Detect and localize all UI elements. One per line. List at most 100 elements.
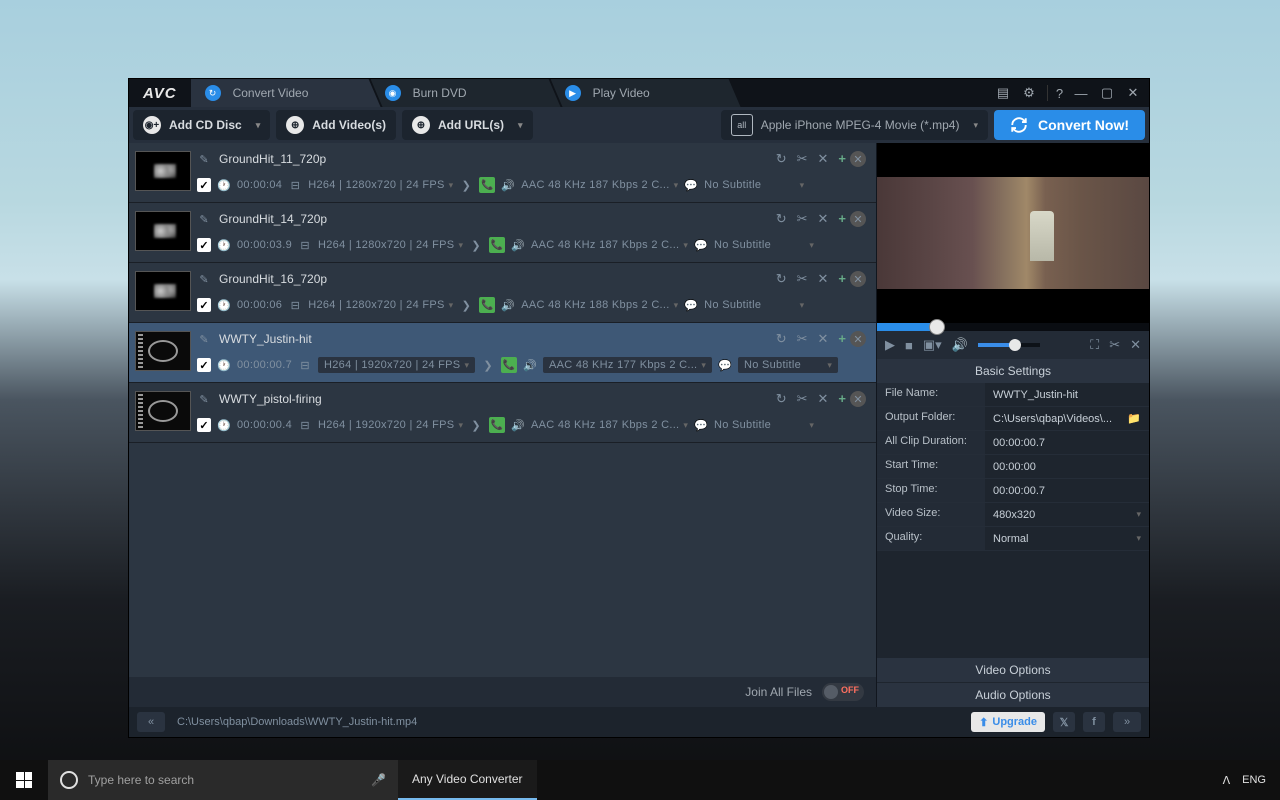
subtitle-info[interactable]: No Subtitle▾ [714,419,814,431]
audio-info[interactable]: AAC 48 KHz 187 Kbps 2 C...▾ [521,179,678,191]
remove-icon[interactable]: ✕ [850,271,866,287]
upgrade-button[interactable]: ⬆ Upgrade [971,712,1045,732]
file-item[interactable]: ✎ GroundHit_11_720p ↻ ✂ ✕ + ✕ ✓ 🕐 00:00:… [129,143,876,203]
effects-icon[interactable]: ✕ [818,151,829,167]
twitter-icon[interactable]: 𝕏 [1053,712,1075,732]
collapse-left-button[interactable]: « [137,712,165,732]
add-icon[interactable]: + [838,391,846,407]
settings-value[interactable]: 480x320▾ [985,503,1149,526]
refresh-icon[interactable]: ↻ [776,391,787,407]
checkbox[interactable]: ✓ [197,418,211,432]
subtitle-info[interactable]: No Subtitle▾ [714,239,814,251]
edit-icon[interactable]: ✎ [197,332,211,346]
edit-icon[interactable]: ✎ [197,152,211,166]
refresh-icon[interactable]: ↻ [776,331,787,347]
file-item[interactable]: ✎ GroundHit_14_720p ↻ ✂ ✕ + ✕ ✓ 🕐 00:00:… [129,203,876,263]
title-tab-convert-video[interactable]: ↻Convert Video [191,79,381,107]
play-icon[interactable]: ▶ [885,337,895,353]
edit-icon[interactable]: ✎ [197,212,211,226]
folder-icon[interactable]: 📁 [1127,412,1141,425]
link-icon[interactable]: ⛶ [1090,337,1099,353]
scissors-icon[interactable]: ✂ [797,391,808,407]
add-urls-button[interactable]: ⊕ Add URL(s) ▾ [402,110,533,140]
expand-right-button[interactable]: » [1113,712,1141,732]
option-icon[interactable]: ▤ [995,85,1011,101]
seek-bar[interactable] [877,323,1149,331]
file-item[interactable]: ✎ WWTY_pistol-firing ↻ ✂ ✕ + ✕ ✓ 🕐 00:00… [129,383,876,443]
audio-info[interactable]: AAC 48 KHz 187 Kbps 2 C...▾ [531,419,688,431]
language-indicator[interactable]: ENG [1242,774,1266,786]
effects-icon[interactable]: ✕ [818,211,829,227]
refresh-icon[interactable]: ↻ [776,151,787,167]
minimize-icon[interactable]: — [1073,85,1089,101]
effects-icon[interactable]: ✕ [818,391,829,407]
maximize-icon[interactable]: ▢ [1099,85,1115,101]
checkbox[interactable]: ✓ [197,358,211,372]
subtitle-icon: 💬 [718,358,732,372]
scissors-icon[interactable]: ✂ [797,151,808,167]
subtitle-info[interactable]: No Subtitle▾ [704,299,804,311]
video-options-button[interactable]: Video Options [877,658,1149,682]
title-tab-play-video[interactable]: ▶Play Video [551,79,741,107]
taskbar-app[interactable]: Any Video Converter [398,760,537,800]
subtitle-info[interactable]: No Subtitle▾ [738,357,838,373]
settings-value[interactable]: C:\Users\qbap\Videos\...📁 [985,407,1149,430]
add-cd-button[interactable]: ◉+ Add CD Disc ▾ [133,110,270,140]
effects-icon[interactable]: ✕ [818,331,829,347]
add-icon[interactable]: + [838,331,846,347]
join-all-toggle[interactable]: OFF [822,683,864,701]
audio-info[interactable]: AAC 48 KHz 177 Kbps 2 C...▾ [543,357,712,373]
tray-chevron-icon[interactable]: ᐱ [1223,774,1231,787]
scissors-icon[interactable]: ✂ [1109,337,1120,353]
checkbox[interactable]: ✓ [197,238,211,252]
stop-icon[interactable]: ■ [905,338,913,353]
microphone-icon[interactable]: 🎤 [371,773,386,787]
scissors-icon[interactable]: ✂ [797,331,808,347]
video-info[interactable]: H264 | 1280x720 | 24 FPS▾ [318,239,463,251]
output-format-selector[interactable]: all Apple iPhone MPEG-4 Movie (*.mp4) ▾ [721,110,988,140]
snapshot-icon[interactable]: ▣▾ [923,337,942,353]
help-icon[interactable]: ? [1047,85,1063,101]
gear-icon[interactable]: ⚙ [1021,85,1037,101]
add-icon[interactable]: + [838,151,846,167]
video-info[interactable]: H264 | 1920x720 | 24 FPS▾ [318,357,475,373]
edit-icon[interactable]: ✎ [197,392,211,406]
video-preview [877,143,1149,323]
audio-info[interactable]: AAC 48 KHz 188 Kbps 2 C...▾ [521,299,678,311]
effects-icon[interactable]: ✕ [818,271,829,287]
add-icon[interactable]: + [838,211,846,227]
file-item[interactable]: ✎ GroundHit_16_720p ↻ ✂ ✕ + ✕ ✓ 🕐 00:00:… [129,263,876,323]
add-icon[interactable]: + [838,271,846,287]
video-info[interactable]: H264 | 1280x720 | 24 FPS▾ [308,299,453,311]
remove-icon[interactable]: ✕ [850,331,866,347]
crop-icon[interactable]: ✕ [1130,337,1141,353]
facebook-icon[interactable]: f [1083,712,1105,732]
file-name: WWTY_pistol-firing [219,392,322,406]
subtitle-info[interactable]: No Subtitle▾ [704,179,804,191]
video-info[interactable]: H264 | 1920x720 | 24 FPS▾ [318,419,463,431]
video-info[interactable]: H264 | 1280x720 | 24 FPS▾ [308,179,453,191]
close-icon[interactable]: ✕ [1125,85,1141,101]
volume-slider[interactable] [978,343,1040,347]
remove-icon[interactable]: ✕ [850,391,866,407]
remove-icon[interactable]: ✕ [850,151,866,167]
file-thumbnail [135,331,191,371]
volume-icon[interactable]: 🔊 [952,337,968,353]
start-button[interactable] [0,760,48,800]
audio-info[interactable]: AAC 48 KHz 187 Kbps 2 C...▾ [531,239,688,251]
convert-now-button[interactable]: Convert Now! [994,110,1145,140]
edit-icon[interactable]: ✎ [197,272,211,286]
refresh-icon[interactable]: ↻ [776,271,787,287]
add-videos-button[interactable]: ⊕ Add Video(s) [276,110,396,140]
checkbox[interactable]: ✓ [197,178,211,192]
file-item[interactable]: ✎ WWTY_Justin-hit ↻ ✂ ✕ + ✕ ✓ 🕐 00:00:00… [129,323,876,383]
refresh-icon[interactable]: ↻ [776,211,787,227]
title-tab-burn-dvd[interactable]: ◉Burn DVD [371,79,561,107]
scissors-icon[interactable]: ✂ [797,211,808,227]
audio-options-button[interactable]: Audio Options [877,683,1149,707]
settings-value[interactable]: Normal▾ [985,527,1149,550]
taskbar-search[interactable]: Type here to search 🎤 [48,760,398,800]
checkbox[interactable]: ✓ [197,298,211,312]
remove-icon[interactable]: ✕ [850,211,866,227]
scissors-icon[interactable]: ✂ [797,271,808,287]
